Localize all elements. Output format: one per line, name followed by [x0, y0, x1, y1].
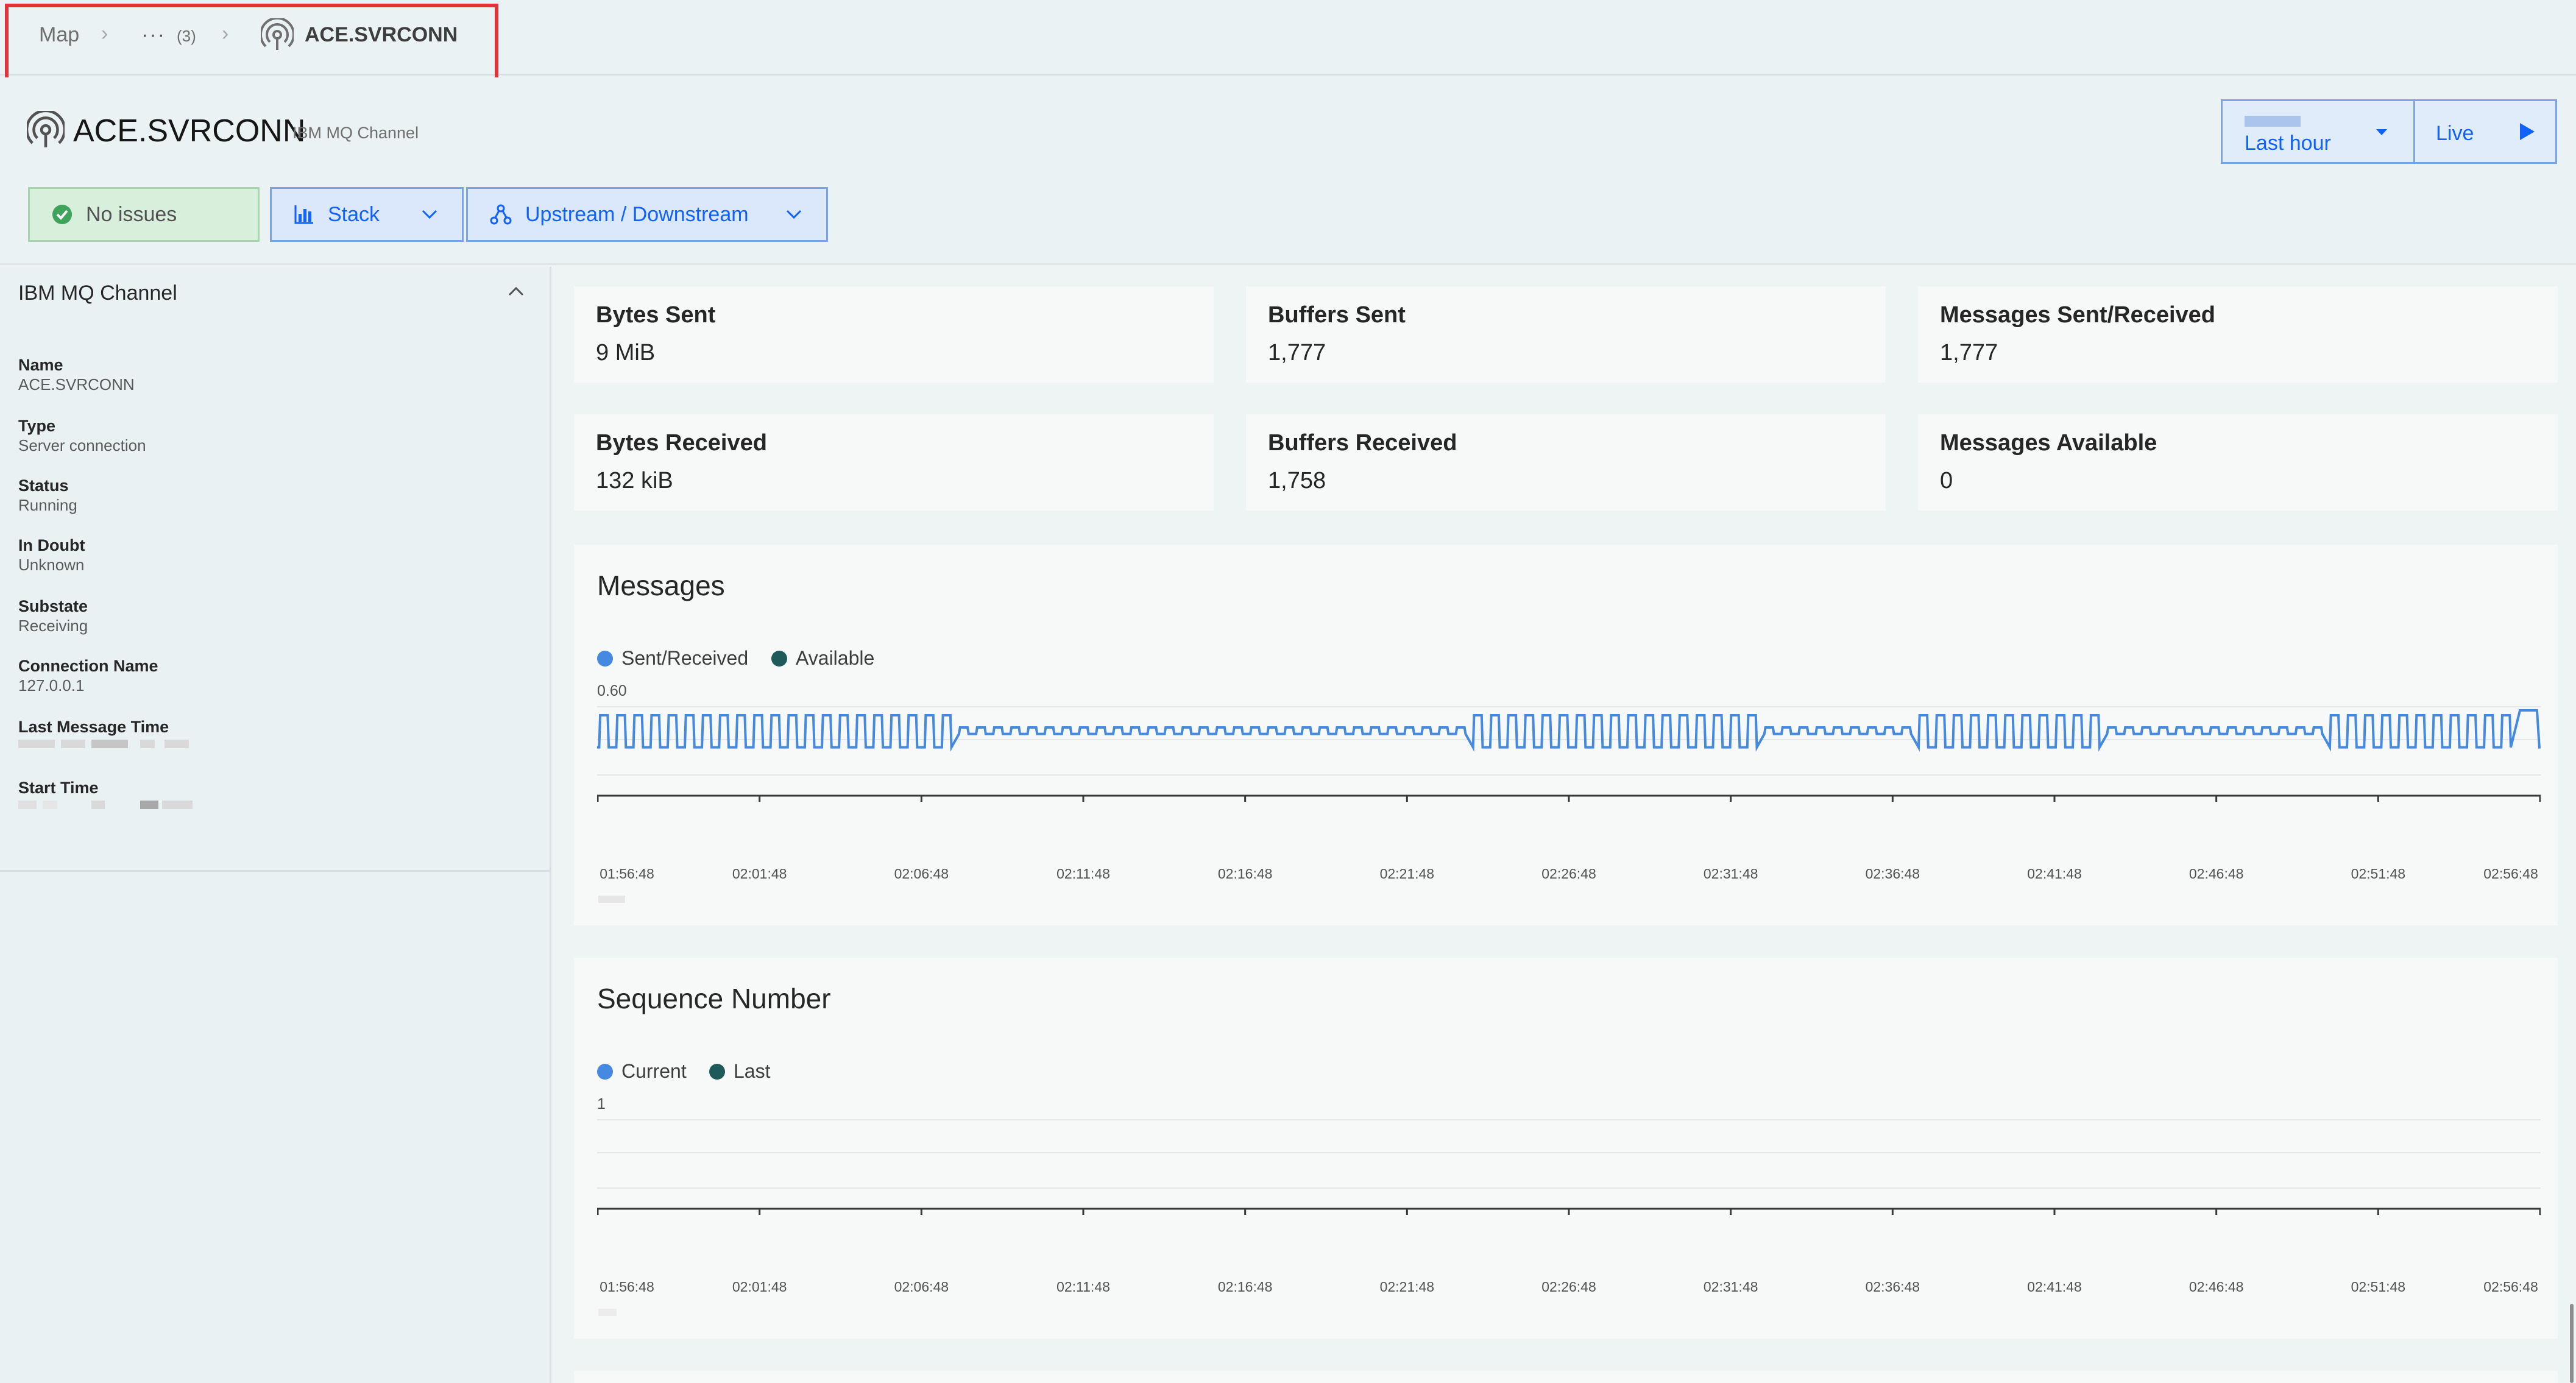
- x-axis-tick-label: 02:16:48: [1217, 866, 1273, 882]
- x-axis: 01:56:48 02:01:48 02:06:48 02:11:48 02:16:48…: [597, 545, 2541, 925]
- x-axis-tick-label: 02:36:48: [1865, 1279, 1920, 1295]
- timeframe-dropdown[interactable]: Last hour: [2245, 132, 2331, 155]
- chevron-up-icon[interactable]: [507, 285, 525, 297]
- upstream-downstream-label: Upstream / Downstream: [525, 202, 749, 226]
- x-axis-tick-label: 02:21:48: [1379, 1279, 1435, 1295]
- redacted-date: [598, 896, 625, 903]
- divider: [0, 870, 551, 872]
- property-value: Receiving: [18, 617, 88, 635]
- health-status-label: No issues: [86, 202, 177, 226]
- property-label: Status: [18, 476, 69, 495]
- x-axis-tick-label: 01:56:48: [600, 866, 654, 882]
- stack-dropdown-button[interactable]: Stack: [270, 187, 464, 242]
- metric-label: Messages Sent/Received: [1940, 302, 2216, 328]
- property-label: Connection Name: [18, 657, 158, 675]
- x-axis-tick-label: 01:56:48: [600, 1279, 654, 1295]
- x-axis-tick-label: 02:41:48: [2027, 866, 2082, 882]
- x-axis-tick-label: 02:41:48: [2027, 1279, 2082, 1295]
- mq-channel-icon: [27, 111, 65, 147]
- caret-down-icon[interactable]: [2375, 128, 2388, 136]
- x-axis-tick-label: 02:11:48: [1056, 866, 1110, 882]
- x-axis-tick-label: 02:51:48: [2351, 866, 2406, 882]
- x-axis-tick-label: 02:51:48: [2351, 1279, 2406, 1295]
- metric-label: Bytes Sent: [596, 302, 716, 328]
- entity-header: ACE.SVRCONN IBM MQ Channel No issues Sta…: [0, 77, 2576, 265]
- page-title: ACE.SVRCONN: [73, 113, 306, 149]
- metric-value: 132 kiB: [596, 468, 673, 493]
- property-label: Last Message Time: [18, 718, 169, 736]
- property-value: Unknown: [18, 556, 85, 574]
- x-axis-tick-label: 02:01:48: [732, 866, 787, 882]
- divider: [2413, 101, 2415, 162]
- x-axis: 01:56:48 02:01:48 02:06:48 02:11:48 02:16:48…: [597, 958, 2541, 1339]
- x-axis-tick-label: 02:16:48: [1217, 1279, 1273, 1295]
- properties-sidebar: IBM MQ Channel Name ACE.SVRCONN Type Ser…: [0, 267, 551, 1383]
- metric-card-bytes-sent: Bytes Sent 9 MiB: [574, 286, 1214, 383]
- property-label: Start Time: [18, 779, 99, 797]
- metric-value: 1,777: [1940, 340, 1998, 366]
- property-value: 127.0.0.1: [18, 676, 85, 695]
- metric-card-buffers-sent: Buffers Sent 1,777: [1246, 286, 1886, 383]
- x-axis-tick-label: 02:21:48: [1379, 866, 1435, 882]
- property-value: Server connection: [18, 436, 146, 455]
- x-axis-tick-label: 02:11:48: [1056, 1279, 1110, 1295]
- x-axis-tick-label: 02:06:48: [894, 866, 949, 882]
- sidebar-section-title: IBM MQ Channel: [18, 281, 177, 305]
- x-axis-tick-label: 02:36:48: [1865, 866, 1920, 882]
- scrollbar[interactable]: [2570, 1304, 2574, 1383]
- property-label: Type: [18, 417, 56, 435]
- metric-card-buffers-received: Buffers Received 1,758: [1246, 414, 1886, 511]
- next-chart-panel: [574, 1371, 2558, 1383]
- property-value: Running: [18, 496, 77, 514]
- x-axis-tick-label: 02:46:48: [2189, 1279, 2244, 1295]
- metric-label: Messages Available: [1940, 430, 2157, 456]
- x-axis-tick-label: 02:56:48: [2483, 1279, 2538, 1295]
- metric-value: 0: [1940, 468, 1953, 493]
- entity-type-label: IBM MQ Channel: [292, 124, 419, 142]
- sequence-number-chart-panel: Sequence Number Current Last 1 01:56:48 0…: [574, 958, 2558, 1339]
- timeframe-date-redacted: [2245, 116, 2301, 127]
- x-axis-tick-label: 02:31:48: [1703, 1279, 1758, 1295]
- chevron-down-icon: [786, 210, 802, 219]
- property-label: In Doubt: [18, 536, 85, 554]
- redacted-date: [598, 1309, 617, 1316]
- chevron-down-icon: [422, 210, 437, 219]
- x-axis-tick-label: 02:46:48: [2189, 866, 2244, 882]
- metric-label: Buffers Sent: [1268, 302, 1406, 328]
- x-axis-tick-label: 02:26:48: [1541, 866, 1596, 882]
- stack-button-label: Stack: [328, 202, 380, 226]
- timeframe-selector: Last hour Live: [2221, 99, 2557, 164]
- breadcrumb-highlight-box: [5, 4, 498, 83]
- x-axis-tick-label: 02:01:48: [732, 1279, 787, 1295]
- play-icon[interactable]: [2518, 122, 2536, 141]
- property-value: ACE.SVRCONN: [18, 375, 135, 394]
- live-toggle-label[interactable]: Live: [2436, 122, 2474, 146]
- metric-card-messages-sent-received: Messages Sent/Received 1,777: [1918, 286, 2558, 383]
- x-axis-tick-label: 02:06:48: [894, 1279, 949, 1295]
- x-axis-tick-label: 02:26:48: [1541, 1279, 1596, 1295]
- metric-value: 1,777: [1268, 340, 1326, 366]
- property-label: Name: [18, 356, 63, 374]
- stack-chart-icon: [294, 205, 313, 224]
- metric-card-bytes-received: Bytes Received 132 kiB: [574, 414, 1214, 511]
- upstream-downstream-dropdown-button[interactable]: Upstream / Downstream: [466, 187, 828, 242]
- x-axis-tick-label: 02:56:48: [2483, 866, 2538, 882]
- property-label: Substate: [18, 597, 88, 615]
- health-status-badge[interactable]: No issues: [28, 187, 260, 242]
- metric-value: 9 MiB: [596, 340, 656, 366]
- messages-chart-panel: Messages Sent/Received Available 0.60 01…: [574, 545, 2558, 925]
- metric-value: 1,758: [1268, 468, 1326, 493]
- x-axis-tick-label: 02:31:48: [1703, 866, 1758, 882]
- check-circle-icon: [52, 205, 72, 224]
- metric-label: Buffers Received: [1268, 430, 1457, 456]
- topology-icon: [490, 204, 512, 225]
- metric-card-messages-available: Messages Available 0: [1918, 414, 2558, 511]
- metric-label: Bytes Received: [596, 430, 767, 456]
